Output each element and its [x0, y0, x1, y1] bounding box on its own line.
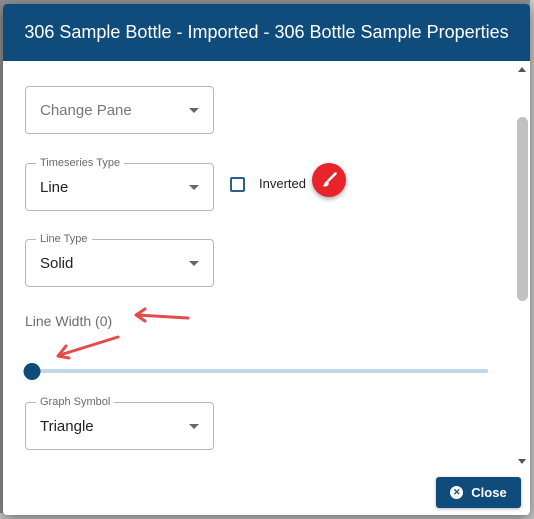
timeseries-type-value: Line — [40, 179, 69, 196]
vertical-scrollbar[interactable] — [515, 61, 530, 471]
line-width-slider-thumb[interactable] — [23, 363, 41, 380]
backdrop-strip-right — [530, 0, 534, 519]
line-width-slider-track[interactable] — [32, 369, 488, 373]
line-width-label: Line Width (0) — [25, 313, 113, 329]
scroll-down-icon[interactable] — [518, 459, 526, 464]
dialog-title: 306 Sample Bottle - Imported - 306 Bottl… — [24, 22, 509, 42]
line-type-value: Solid — [40, 255, 74, 272]
scrollbar-thumb[interactable] — [517, 117, 528, 301]
properties-dialog: 306 Sample Bottle - Imported - 306 Bottl… — [3, 4, 530, 515]
close-button[interactable]: ✕ Close — [436, 477, 521, 508]
graph-symbol-label: Graph Symbol — [36, 395, 115, 409]
dialog-content: Change Pane Timeseries Type Line Inverte… — [3, 61, 530, 471]
change-pane-select[interactable]: Change Pane — [25, 86, 214, 134]
chevron-down-icon — [189, 108, 199, 113]
change-pane-placeholder: Change Pane — [40, 102, 132, 119]
timeseries-type-select[interactable]: Timeseries Type Line — [25, 156, 214, 211]
chevron-down-icon — [189, 424, 199, 429]
graph-symbol-value: Triangle — [40, 418, 94, 435]
timeseries-type-label: Timeseries Type — [36, 156, 125, 170]
dialog-header: 306 Sample Bottle - Imported - 306 Bottl… — [3, 4, 530, 61]
color-picker-button[interactable] — [312, 163, 346, 197]
close-button-label: Close — [471, 485, 507, 500]
inverted-checkbox[interactable] — [230, 177, 245, 192]
scroll-up-icon[interactable] — [518, 67, 526, 72]
line-type-select[interactable]: Line Type Solid — [25, 232, 214, 287]
chevron-down-icon — [189, 261, 199, 266]
paintbrush-icon — [322, 172, 337, 187]
close-circle-icon: ✕ — [450, 486, 464, 499]
chevron-down-icon — [189, 185, 199, 190]
line-type-label: Line Type — [36, 232, 92, 246]
graph-symbol-select[interactable]: Graph Symbol Triangle — [25, 395, 214, 450]
inverted-label[interactable]: Inverted — [259, 176, 306, 191]
